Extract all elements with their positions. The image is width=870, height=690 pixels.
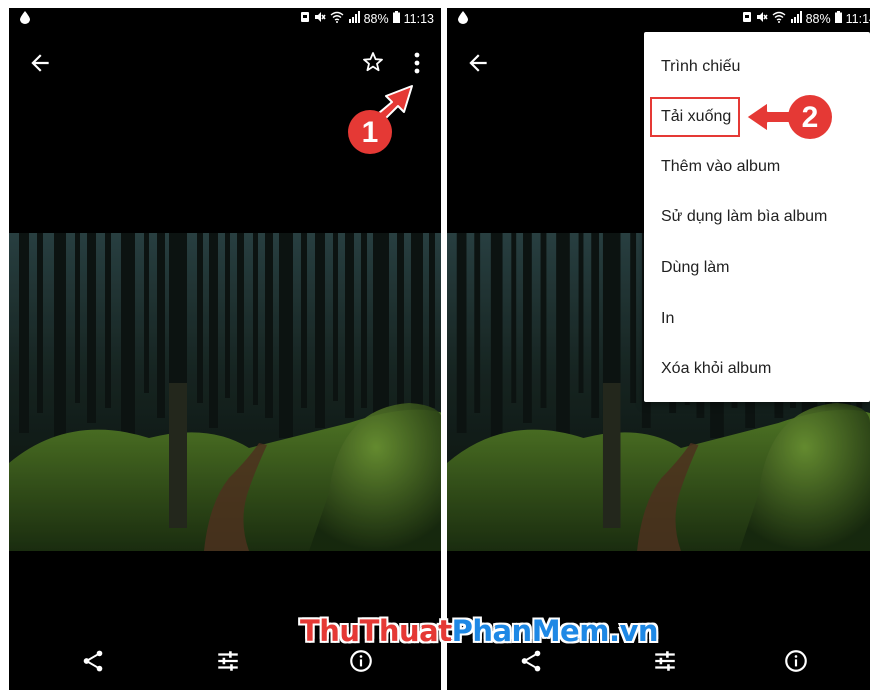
battery-icon	[392, 11, 400, 26]
menu-item-use-as-album-cover[interactable]: Sử dụng làm bìa album	[661, 208, 827, 226]
step-2-callout: 2	[745, 95, 832, 139]
step-1-number: 1	[362, 116, 379, 149]
battery-saver-icon	[742, 11, 752, 26]
menu-item-add-to-album[interactable]: Thêm vào album	[661, 158, 780, 176]
battery-percent: 88%	[363, 11, 389, 26]
forest-photo	[9, 233, 443, 551]
water-drop-icon	[458, 11, 468, 27]
wifi-icon	[330, 11, 344, 26]
menu-item-print[interactable]: In	[661, 310, 674, 328]
status-time: 11:13	[403, 11, 434, 26]
water-drop-icon	[20, 11, 30, 27]
screen-divider	[441, 8, 447, 690]
battery-saver-icon	[300, 11, 310, 26]
edit-sliders-icon[interactable]	[215, 648, 241, 674]
menu-item-remove-from-album[interactable]: Xóa khỏi album	[661, 360, 771, 378]
signal-icon	[790, 11, 802, 26]
battery-icon	[834, 11, 842, 26]
watermark-logo: ThuThuatPhanMem.vn	[300, 614, 659, 648]
share-icon[interactable]	[518, 648, 544, 674]
star-icon[interactable]	[361, 50, 385, 74]
back-arrow-icon[interactable]	[27, 50, 53, 76]
back-arrow-icon[interactable]	[465, 50, 491, 76]
battery-percent: 88%	[805, 11, 831, 26]
step-1-callout: 1	[348, 85, 413, 154]
watermark-part-1: ThuThuat	[300, 614, 452, 648]
overflow-menu: Trình chiếu Tải xuống Thêm vào album Sử …	[644, 32, 870, 402]
more-vert-icon[interactable]	[407, 50, 427, 76]
menu-item-download[interactable]: Tải xuống	[661, 108, 731, 126]
status-time: 11:14	[845, 11, 870, 26]
watermark-part-2: PhanMem	[451, 614, 610, 648]
wifi-icon	[772, 11, 786, 26]
edit-sliders-icon[interactable]	[652, 648, 678, 674]
step-2-number: 2	[802, 101, 819, 134]
signal-icon	[348, 11, 360, 26]
status-bar: 88% 11:13	[9, 8, 443, 30]
status-bar: 88% 11:14	[447, 8, 870, 30]
mute-icon	[314, 11, 326, 26]
watermark-part-3: .vn	[608, 614, 659, 648]
info-icon[interactable]	[348, 648, 374, 674]
mute-icon	[756, 11, 768, 26]
menu-item-use-as[interactable]: Dùng làm	[661, 259, 729, 277]
info-icon[interactable]	[783, 648, 809, 674]
share-icon[interactable]	[80, 648, 106, 674]
menu-item-slideshow[interactable]: Trình chiếu	[661, 58, 740, 76]
